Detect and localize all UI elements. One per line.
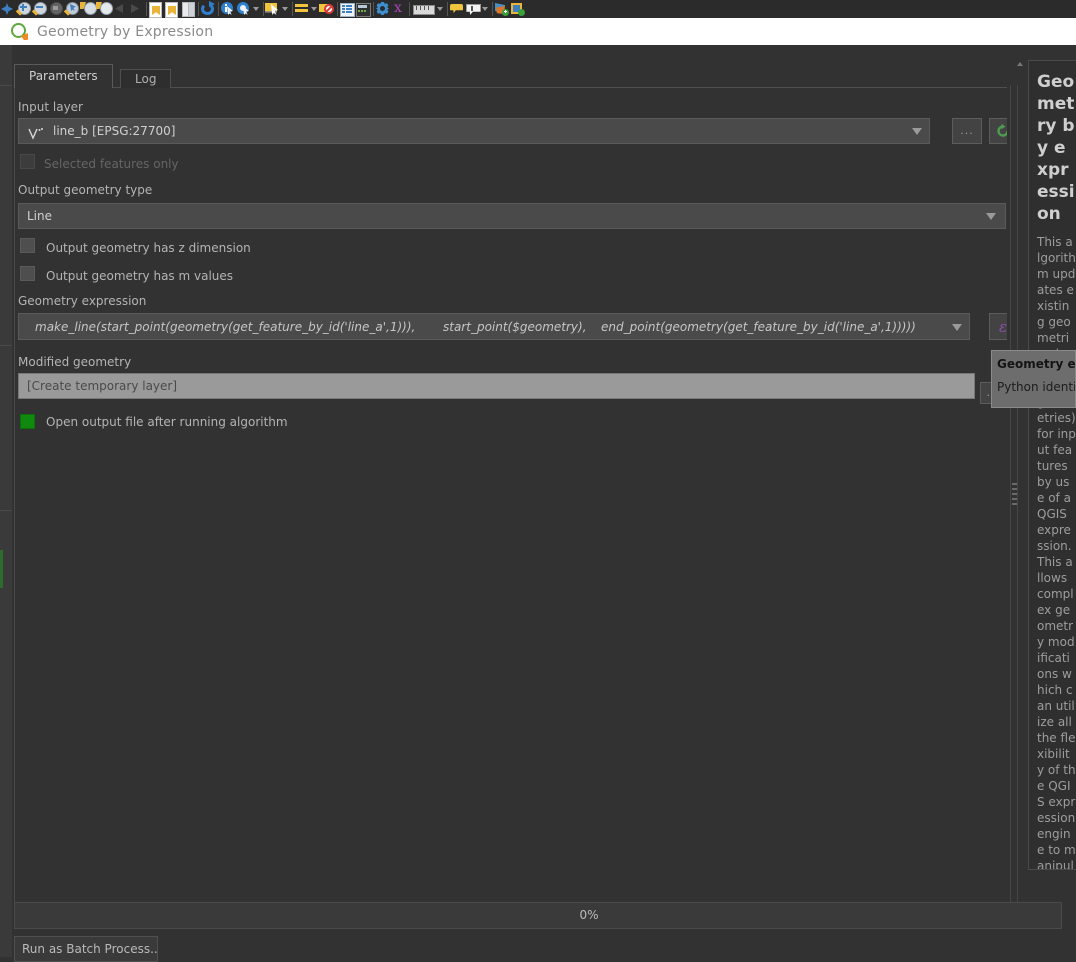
has-m-checkbox[interactable] [20, 266, 35, 281]
toolbar-icon-python-console-icon[interactable]: x [391, 1, 406, 17]
toolbar-icon-pan-map-icon[interactable] [0, 1, 15, 17]
qgis-main-toolbar[interactable]: x [0, 0, 1076, 18]
modified-geometry-input[interactable]: [Create temporary layer] [18, 373, 975, 399]
toolbar-icon-zoom-out-icon[interactable] [31, 1, 47, 17]
progress-bar: 0% [14, 902, 1062, 929]
selected-features-only-label: Selected features only [44, 157, 179, 171]
input-layer-browse-button[interactable]: ... [952, 118, 982, 144]
geometry-expression-label: Geometry expression [18, 294, 147, 308]
toolbar-icon-deselect-dropdown-icon[interactable] [310, 1, 319, 17]
toolbar-icon-new-map-view-icon[interactable] [180, 1, 195, 17]
toolbar-icon-field-calculator-icon[interactable] [355, 1, 371, 17]
geometry-expression-segment-1: make_line(start_point(geometry(get_featu… [35, 320, 416, 334]
toolbar-icon-new-bookmark-icon[interactable] [148, 1, 163, 18]
toolbar-icon-zoom-in-icon[interactable] [15, 1, 31, 17]
toolbar-icon-deselect-features-icon[interactable] [294, 1, 309, 17]
toolbar-icon-map-tips-icon[interactable] [449, 1, 464, 17]
progress-percent-label: 0% [579, 908, 599, 922]
tooltip-body: Python identifier: EXPRESSION [997, 380, 1075, 394]
toolbar-icon-show-bookmarks-icon[interactable] [164, 1, 179, 18]
has-m-label: Output geometry has m values [46, 269, 234, 283]
geometry-expression-segment-2: start_point($geometry), [443, 320, 587, 334]
toolbar-icon-processing-toolbox-icon[interactable] [375, 1, 390, 17]
output-geometry-type-chevron-down-icon[interactable] [986, 213, 996, 220]
vector-line-layer-icon [27, 125, 45, 140]
help-title: Geometry by expression [1037, 72, 1075, 224]
toolbar-icon-measure-line-dropdown-icon[interactable] [436, 1, 445, 17]
toolbar-icon-measure-line-icon[interactable] [411, 1, 435, 17]
tab-parameters[interactable]: Parameters [14, 64, 113, 88]
has-z-checkbox[interactable] [20, 238, 35, 253]
toolbar-icon-zoom-selection-icon[interactable] [63, 1, 79, 17]
output-geometry-type-value: Line [27, 209, 53, 223]
toolbar-icon-zoom-layer-icon[interactable] [80, 1, 97, 17]
qgis-logo-icon [11, 23, 28, 40]
input-layer-chevron-down-icon[interactable] [912, 128, 922, 135]
has-z-label: Output geometry has z dimension [46, 241, 251, 255]
toolbar-icon-open-attribute-table-icon[interactable] [339, 1, 355, 17]
selected-features-only-checkbox [20, 154, 35, 169]
background-window-strip [0, 45, 12, 957]
dialog-title: Geometry by Expression [37, 23, 214, 40]
panel-splitter[interactable] [1007, 85, 1021, 921]
toolbar-icon-deselect-all-icon[interactable] [319, 1, 334, 17]
help-body: This algorithm updates existing geometri… [1037, 235, 1076, 870]
toolbar-icon-measure-dropdown-icon[interactable] [252, 1, 261, 17]
toolbar-icon-zoom-last-icon[interactable] [96, 1, 113, 17]
algorithm-help-panel: Geometry by expression This algorithm up… [1028, 60, 1076, 870]
toolbar-icon-annotation-dropdown-icon[interactable] [481, 1, 490, 17]
toolbar-icon-new-annotation-icon[interactable] [465, 1, 481, 17]
help-scroll-up-icon[interactable] [1016, 60, 1024, 68]
geometry-expression-tooltip: Geometry expression Python identifier: E… [991, 350, 1076, 408]
modified-geometry-value: [Create temporary layer] [27, 379, 178, 393]
toolbar-icon-zoom-prev-icon[interactable] [128, 1, 143, 17]
toolbar-icon-select-dropdown-icon[interactable] [281, 1, 290, 17]
toolbar-icon-add-raster-layer-icon[interactable] [510, 1, 525, 17]
input-layer-value: line_b [EPSG:27700] [53, 124, 176, 138]
geometry-by-expression-dialog: Parameters Log Input layer line_b [EPSG:… [12, 45, 1076, 957]
input-layer-combo[interactable]: line_b [EPSG:27700] [18, 118, 930, 144]
output-geometry-type-label: Output geometry type [18, 183, 153, 197]
splitter-grip-icon [1012, 483, 1017, 508]
open-output-checkbox[interactable] [20, 414, 35, 429]
geometry-expression-segment-3: end_point(geometry(get_feature_by_id('li… [601, 320, 916, 334]
toolbar-icon-select-features-icon[interactable] [265, 1, 280, 17]
dialog-tabbar[interactable]: Parameters Log [14, 64, 1014, 88]
toolbar-icon-refresh-icon[interactable] [200, 1, 215, 17]
toolbar-icon-measure-icon[interactable] [236, 1, 251, 17]
toolbar-icon-add-vector-layer-icon[interactable] [494, 1, 509, 17]
input-layer-label: Input layer [18, 100, 83, 114]
output-geometry-type-combo[interactable]: Line [18, 203, 1006, 229]
modified-geometry-label: Modified geometry [18, 355, 132, 369]
geometry-expression-combo[interactable]: make_line(start_point(geometry(get_featu… [18, 313, 970, 340]
tab-log[interactable]: Log [120, 69, 172, 88]
open-output-label: Open output file after running algorithm [46, 415, 288, 429]
tooltip-title: Geometry expression [997, 357, 1076, 371]
dialog-titlebar: Geometry by Expression [0, 18, 1076, 46]
toolbar-icon-zoom-full-icon[interactable] [48, 1, 63, 17]
run-as-batch-process-button[interactable]: Run as Batch Process... [14, 936, 158, 962]
toolbar-icon-identify-features-icon[interactable] [220, 1, 235, 17]
geometry-expression-chevron-down-icon[interactable] [952, 324, 962, 331]
toolbar-icon-zoom-next-icon[interactable] [112, 1, 127, 17]
